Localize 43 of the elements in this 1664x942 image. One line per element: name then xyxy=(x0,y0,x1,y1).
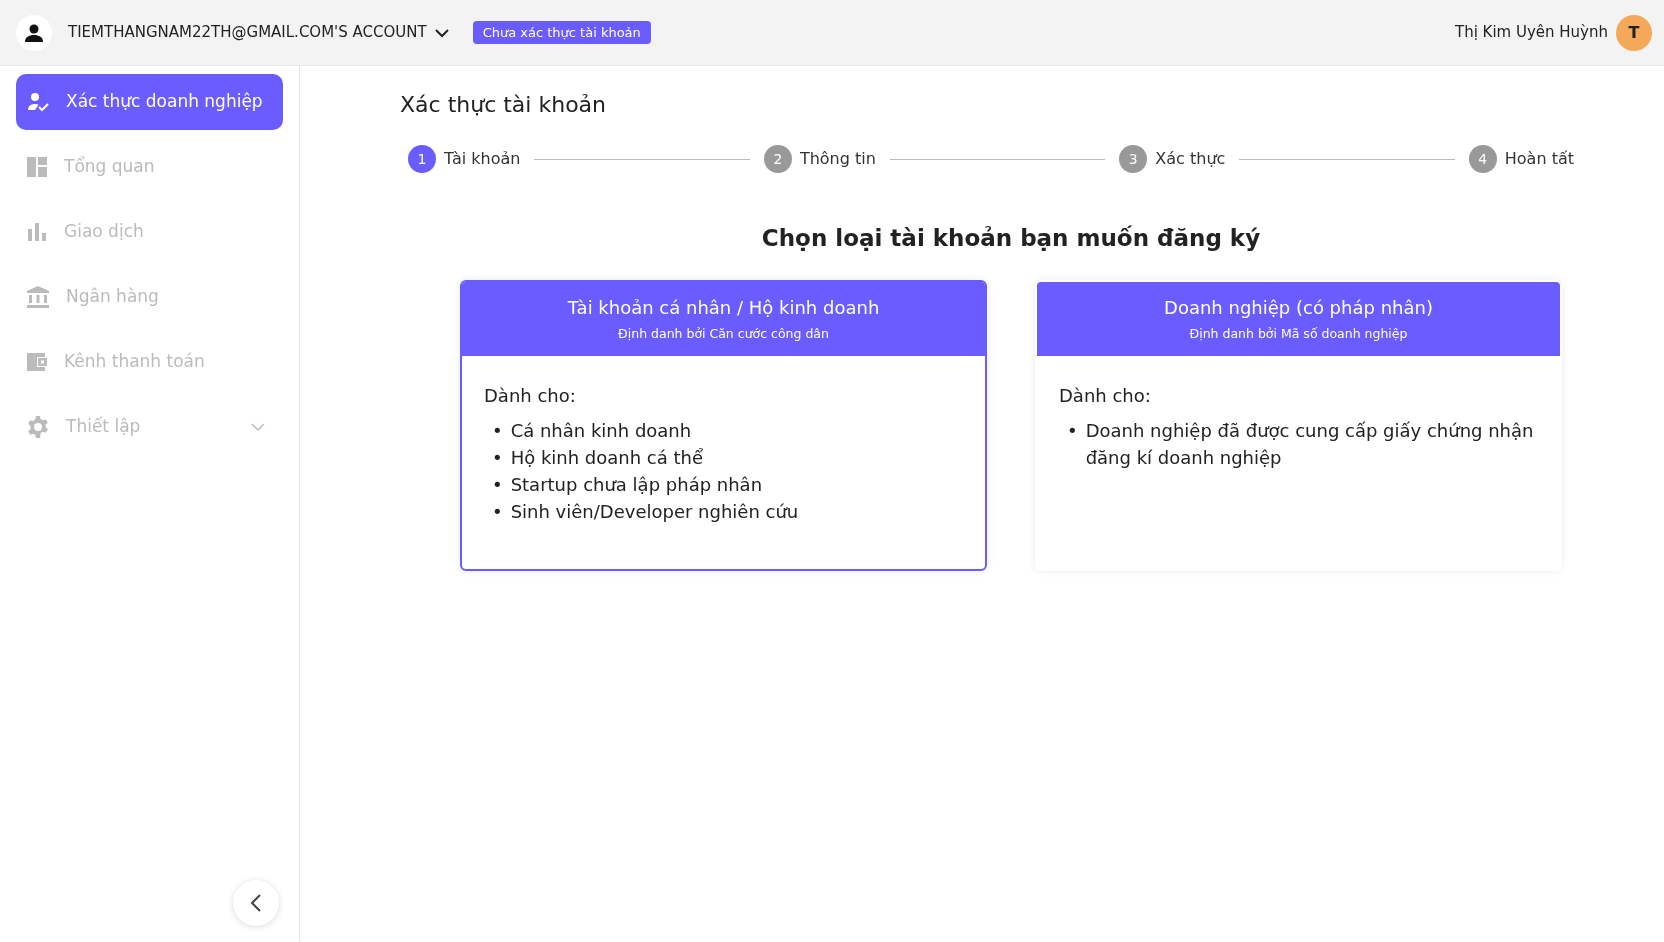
section-heading: Chọn loại tài khoản bạn muốn đăng ký xyxy=(760,224,1262,253)
settings-icon xyxy=(26,415,50,439)
account-dropdown[interactable]: TIEMTHANGNAM22TH@GMAIL.COM'S ACCOUNT xyxy=(68,21,449,44)
bullet: • xyxy=(492,472,503,497)
card-title: Tài khoản cá nhân / Hộ kinh doanh xyxy=(567,295,880,320)
bullet: • xyxy=(1067,418,1078,443)
avatar[interactable]: T xyxy=(1616,14,1652,51)
step-label: Tài khoản xyxy=(444,148,521,170)
step-label: Hoàn tất xyxy=(1504,148,1574,170)
chevron-left-icon xyxy=(250,893,262,913)
step-number: 4 xyxy=(1468,145,1497,173)
card-subtitle: Định danh bởi Căn cước công dân xyxy=(618,324,829,343)
card-intro: Dành cho: xyxy=(1059,383,1152,408)
step-number: 2 xyxy=(763,145,792,173)
bullet: • xyxy=(492,445,503,470)
bullet: • xyxy=(492,418,503,443)
card-intro: Dành cho: xyxy=(484,383,577,408)
list-item: Doanh nghiệp đã được cung cấp giấy chứng nhận đăng kí doanh nghiệp xyxy=(1085,418,1535,470)
bullet: • xyxy=(492,499,503,524)
account-type-card[interactable]: Tài khoản cá nhân / Hộ kinh doanh Định danh bởi Căn cước công dân Dành cho: • Cá nhân kinh doanh • Hộ kinh doanh cá thể • Startup chưa lập pháp nhân • Sinh viên/Developer nghiên cứu xyxy=(460,279,987,571)
list-item: Sinh viên/Developer nghiên cứu xyxy=(510,499,799,524)
step-number: 3 xyxy=(1119,145,1148,173)
status-badge: Chưa xác thực tài khoản xyxy=(472,20,651,45)
list-item: Cá nhân kinh doanh xyxy=(510,418,692,443)
account-type-card[interactable]: Doanh nghiệp (có pháp nhân) Định danh bởi Mã số doanh nghiệp Dành cho: • Doanh nghiệp đã được cung cấp giấy chứng nhận đăng kí doanh nghiệp xyxy=(1035,279,1562,571)
card-subtitle: Định danh bởi Mã số doanh nghiệp xyxy=(1189,324,1408,343)
user-icon xyxy=(16,14,52,51)
page-title: Xác thực tài khoản xyxy=(400,91,608,119)
chevron-down-icon xyxy=(434,27,449,38)
bar-chart-icon xyxy=(26,221,48,243)
user-check-icon xyxy=(26,90,50,114)
list-item: Startup chưa lập pháp nhân xyxy=(510,472,763,497)
sidebar-item[interactable]: Xác thực doanh nghiệp xyxy=(16,74,283,130)
user-name: Thị Kim Uyên Huỳnh xyxy=(1454,22,1608,44)
step-label: Thông tin xyxy=(799,148,876,170)
list-item: Hộ kinh doanh cá thể xyxy=(510,445,704,470)
dashboard-icon xyxy=(26,156,48,178)
collapse-sidebar-button[interactable] xyxy=(233,880,279,926)
wallet-icon xyxy=(26,351,48,373)
step-label: Xác thực xyxy=(1155,148,1226,170)
bank-icon xyxy=(26,285,50,309)
step-number: 1 xyxy=(408,145,436,173)
card-title: Doanh nghiệp (có pháp nhân) xyxy=(1164,295,1433,320)
